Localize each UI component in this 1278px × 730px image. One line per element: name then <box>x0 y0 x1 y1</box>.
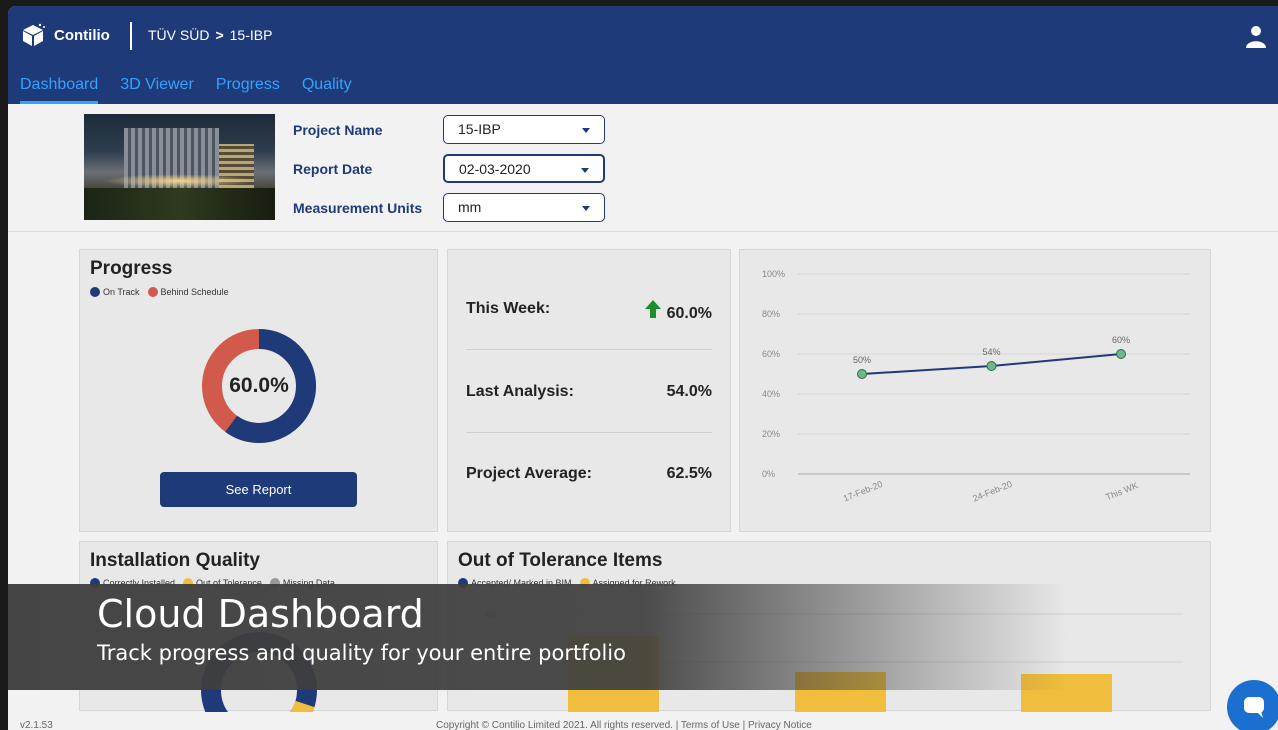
caret-down-icon <box>581 168 589 173</box>
stat-divider <box>466 349 712 350</box>
stats-card: This Week: 60.0% Last Analysis: 54.0% Pr… <box>447 249 731 532</box>
app-frame: Contilio TÜV SÜD > 15-IBP Dashboard 3D V… <box>8 6 1278 730</box>
progress-donut-value: 60.0% <box>229 374 289 397</box>
y-tick-label: 0% <box>762 469 775 479</box>
y-tick-label: 40% <box>762 389 780 399</box>
tab-3d-viewer[interactable]: 3D Viewer <box>120 76 205 104</box>
progress-card: Progress On Track Behind Schedule 60.0% … <box>79 249 438 532</box>
progress-legend: On Track Behind Schedule <box>90 287 229 297</box>
data-point <box>1116 349 1126 359</box>
report-date-label: Report Date <box>293 161 373 177</box>
y-tick-label: 60% <box>762 349 780 359</box>
breadcrumb-org[interactable]: TÜV SÜD <box>148 27 209 43</box>
app-version: v2.1.53 <box>20 720 53 730</box>
stat-divider <box>466 432 712 433</box>
project-average-label: Project Average: <box>466 465 592 482</box>
x-tick-label: 17-Feb-20 <box>842 479 884 504</box>
main-tabs: Dashboard 3D Viewer Progress Quality <box>20 76 374 104</box>
project-photo <box>84 114 275 220</box>
breadcrumb: TÜV SÜD > 15-IBP <box>148 27 272 43</box>
promo-subtitle: Track progress and quality for your enti… <box>97 641 626 665</box>
report-date-select[interactable]: 02-03-2020 <box>443 154 605 183</box>
report-date-value: 02-03-2020 <box>459 161 531 177</box>
caret-down-icon <box>582 206 590 211</box>
this-week-value: 60.0% <box>666 305 712 322</box>
caret-down-icon <box>582 128 590 133</box>
this-week-stat: This Week: 60.0% <box>466 300 712 323</box>
see-report-button[interactable]: See Report <box>160 472 357 507</box>
brand-name: Contilio <box>54 26 110 44</box>
project-name-select[interactable]: 15-IBP <box>443 115 605 144</box>
y-tick-label: 80% <box>762 309 780 319</box>
tab-dashboard[interactable]: Dashboard <box>20 76 109 104</box>
last-analysis-label: Last Analysis: <box>466 383 574 400</box>
data-point <box>857 369 867 379</box>
legend-on-track[interactable]: On Track <box>90 287 140 297</box>
chat-support-button[interactable] <box>1227 680 1278 730</box>
legend-behind-schedule[interactable]: Behind Schedule <box>147 287 229 297</box>
top-navigation-bar: Contilio TÜV SÜD > 15-IBP Dashboard 3D V… <box>8 6 1278 104</box>
breadcrumb-separator-icon: > <box>215 27 224 43</box>
measurement-units-select[interactable]: mm <box>443 193 605 222</box>
breadcrumb-project[interactable]: 15-IBP <box>230 27 273 43</box>
progress-trend-chart: 100% 80% 60% 40% 20% 0% 50% 17-Feb-20 54% 24-Feb-… <box>762 269 1190 504</box>
footer: v2.1.53 Copyright © Contilio Limited 202… <box>8 714 1278 730</box>
x-tick-label: 24-Feb-20 <box>971 479 1013 504</box>
data-label: 54% <box>982 347 1000 357</box>
project-average-stat: Project Average: 62.5% <box>466 465 712 483</box>
arrow-up-icon <box>644 300 661 318</box>
installation-quality-title: Installation Quality <box>90 550 260 571</box>
tab-progress[interactable]: Progress <box>216 76 291 104</box>
project-name-value: 15-IBP <box>458 121 501 137</box>
brand-logo[interactable]: Contilio <box>20 22 110 48</box>
chat-bubble-icon <box>1244 697 1264 718</box>
filter-bar: Project Name 15-IBP Report Date 02-03-20… <box>8 104 1278 232</box>
out-of-tolerance-title: Out of Tolerance Items <box>458 550 663 571</box>
copyright-links[interactable]: Copyright © Contilio Limited 2021. All r… <box>436 720 812 730</box>
data-label: 50% <box>853 355 871 365</box>
project-average-value: 62.5% <box>666 465 712 482</box>
progress-trend-card: 100% 80% 60% 40% 20% 0% 50% 17-Feb-20 54% 24-Feb-… <box>739 249 1211 532</box>
project-name-label: Project Name <box>293 122 383 138</box>
this-week-label: This Week: <box>466 300 551 317</box>
x-tick-label: This WK <box>1104 480 1139 502</box>
promo-title: Cloud Dashboard <box>97 592 424 636</box>
data-point <box>986 361 997 371</box>
last-analysis-stat: Last Analysis: 54.0% <box>466 383 712 401</box>
progress-title: Progress <box>90 258 173 279</box>
last-analysis-value: 54.0% <box>666 383 712 400</box>
tab-quality[interactable]: Quality <box>302 76 363 104</box>
data-label: 60% <box>1112 335 1130 345</box>
user-account-icon[interactable] <box>1244 24 1268 48</box>
brand-divider <box>130 22 132 50</box>
measurement-units-value: mm <box>458 199 482 215</box>
y-tick-label: 20% <box>762 429 780 439</box>
promo-caption-overlay: Cloud Dashboard Track progress and quali… <box>8 584 1068 690</box>
measurement-units-label: Measurement Units <box>293 200 423 216</box>
y-tick-label: 100% <box>762 269 785 279</box>
contilio-cube-icon <box>23 23 45 46</box>
